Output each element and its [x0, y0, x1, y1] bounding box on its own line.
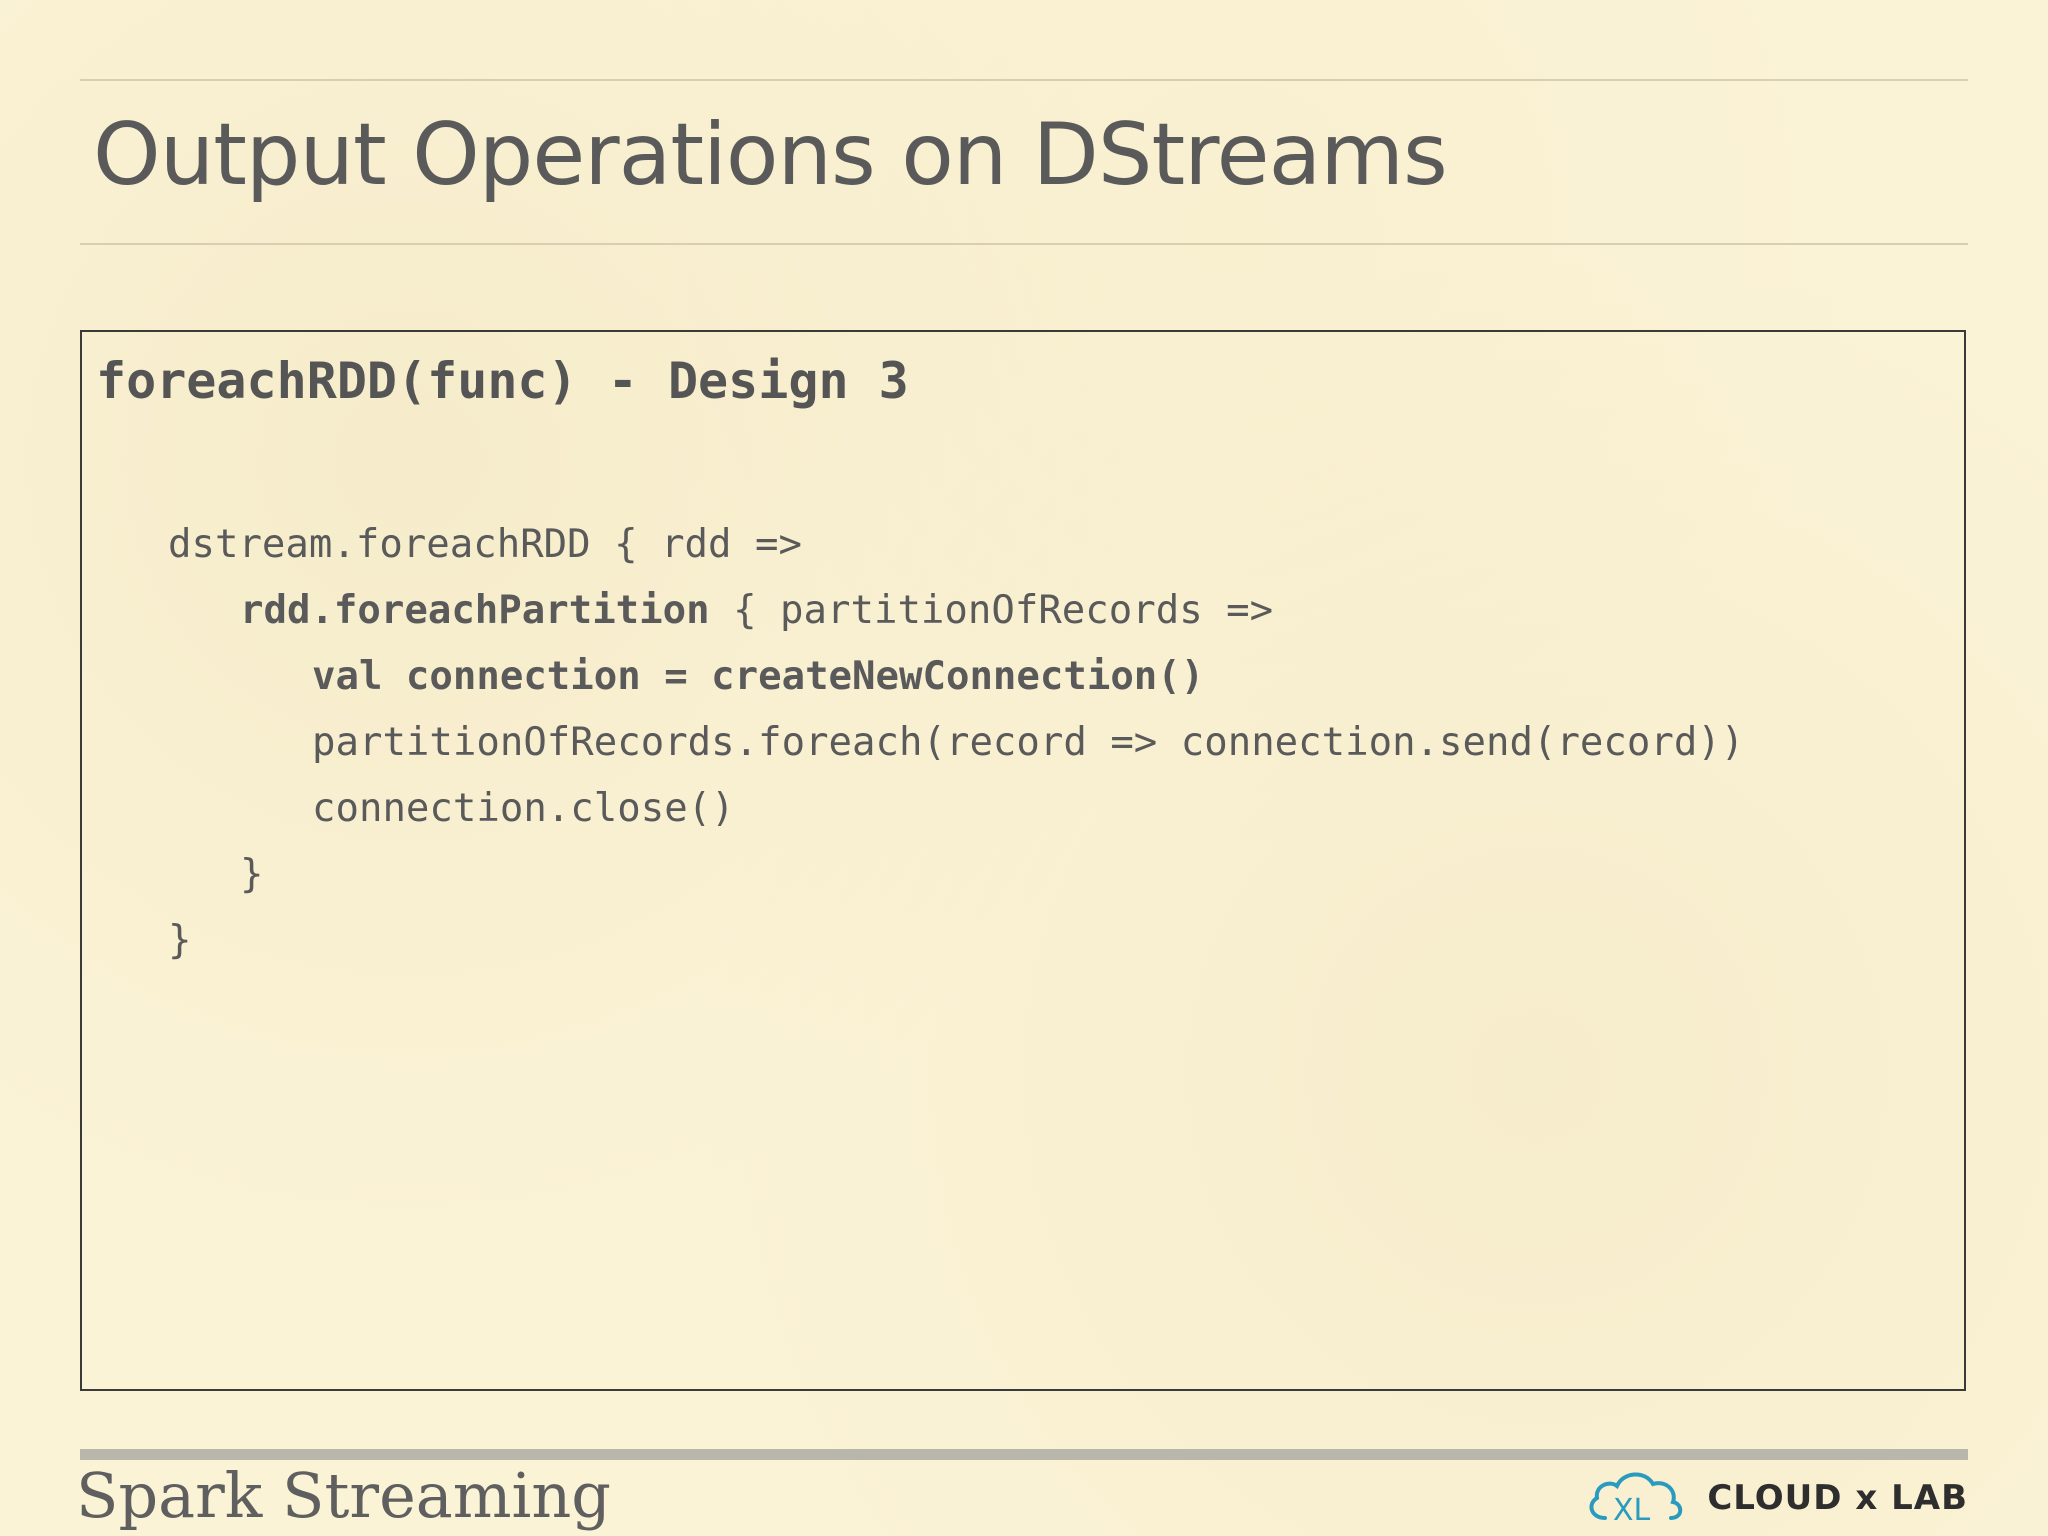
code-line-1-text: dstream.foreachRDD { rdd => — [168, 522, 802, 567]
footer-title: Spark Streaming — [76, 1459, 611, 1532]
code-box: foreachRDD(func) - Design 3 dstream.fore… — [80, 330, 1966, 1391]
slide-title: Output Operations on DStreams — [93, 105, 1448, 205]
code-line-4-text: partitionOfRecords.foreach(record => con… — [312, 720, 1745, 765]
title-rule — [80, 243, 1968, 245]
svg-text:XL: XL — [1613, 1493, 1651, 1528]
code-line-2-bold: rdd.foreachPartition — [240, 588, 710, 633]
cloud-xl-icon: XL — [1583, 1464, 1693, 1533]
code-line-7: } — [168, 908, 1744, 974]
code-line-1: dstream.foreachRDD { rdd => — [168, 512, 1744, 578]
code-line-5: connection.close() — [168, 776, 1744, 842]
code-line-5-text: connection.close() — [312, 786, 735, 831]
cloudxlab-logo: XL CLOUD x LAB — [1583, 1466, 1968, 1530]
top-rule — [80, 79, 1968, 81]
code-line-6-text: } — [240, 852, 264, 897]
code-line-7-text: } — [168, 918, 192, 963]
logo-text: CLOUD x LAB — [1707, 1478, 1968, 1518]
code-line-3: val connection = createNewConnection() — [168, 644, 1744, 710]
code-line-6: } — [168, 842, 1744, 908]
code-box-heading: foreachRDD(func) - Design 3 — [96, 352, 909, 410]
code-line-2-text: { partitionOfRecords => — [709, 588, 1274, 633]
code-line-2: rdd.foreachPartition { partitionOfRecord… — [168, 578, 1744, 644]
code-block: dstream.foreachRDD { rdd => rdd.foreachP… — [168, 512, 1744, 974]
code-line-4: partitionOfRecords.foreach(record => con… — [168, 710, 1744, 776]
code-line-3-bold: val connection = createNewConnection() — [312, 654, 1205, 699]
